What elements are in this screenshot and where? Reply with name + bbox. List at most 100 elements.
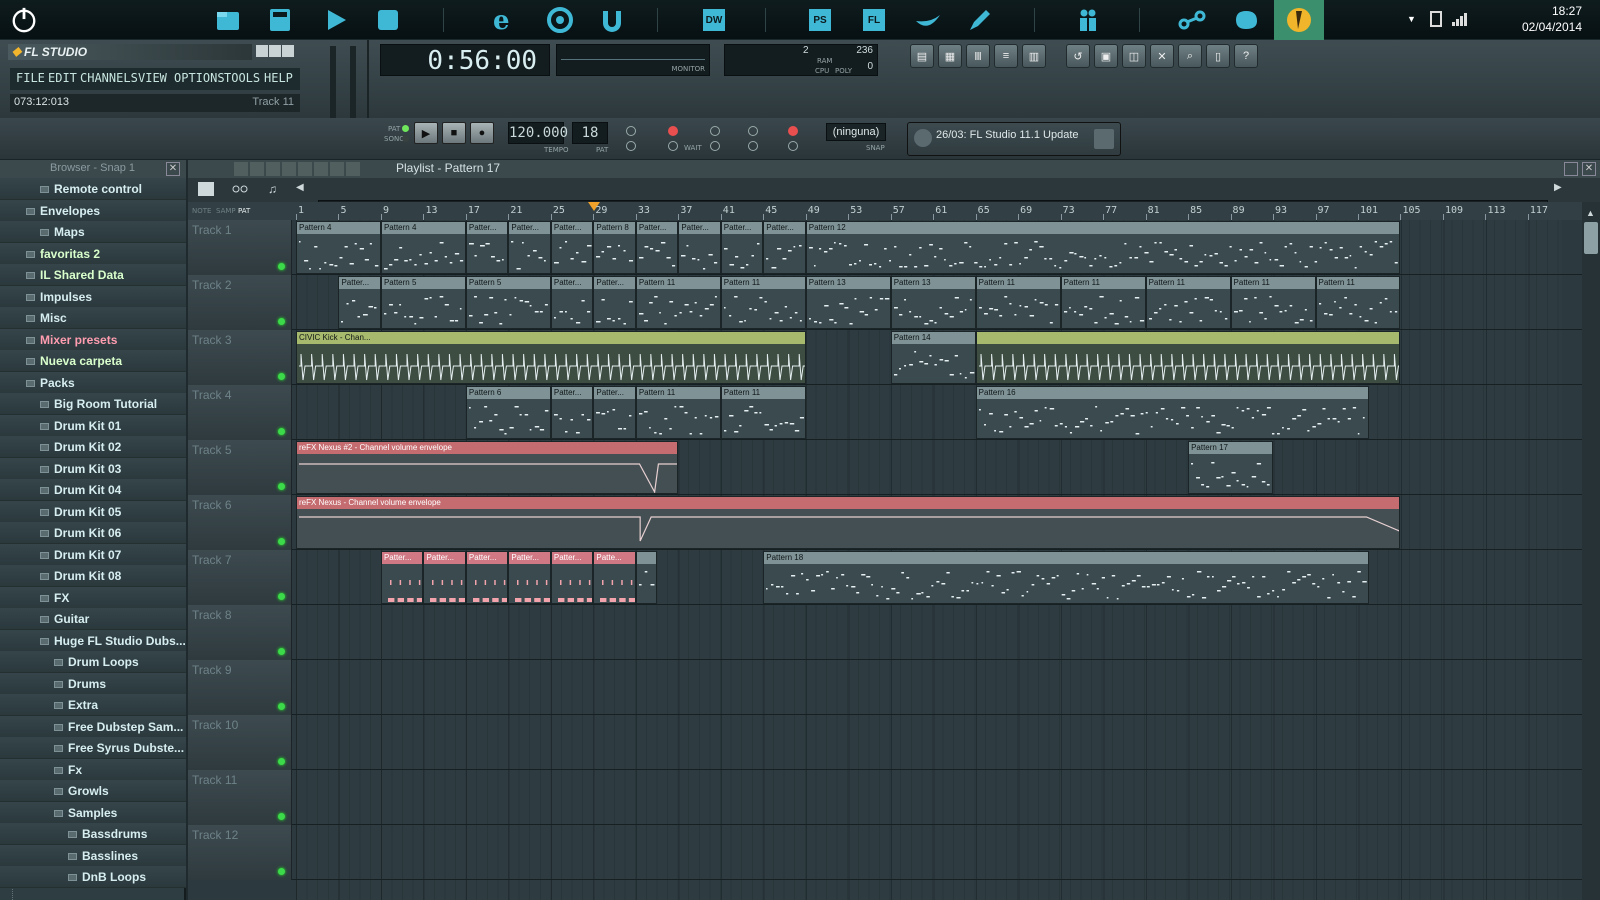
loop-recording-toggle[interactable] [788, 126, 798, 136]
pattern-clip[interactable]: Pattern 16 [975, 386, 1369, 439]
pattern-clip[interactable]: Patter... [763, 221, 806, 274]
track-mute-led[interactable] [278, 428, 285, 435]
pattern-clip[interactable]: Patter... [380, 551, 424, 604]
people-icon[interactable] [1074, 6, 1102, 34]
draw-tool-icon[interactable] [234, 162, 248, 176]
pattern-clip[interactable]: Pattern 11 [635, 386, 721, 439]
track-mute-led[interactable] [278, 483, 285, 490]
pattern-clip[interactable]: Pattern 14 [890, 331, 976, 384]
pattern-clip[interactable]: Pattern 11 [1060, 276, 1146, 329]
paint-tool-icon[interactable] [250, 162, 264, 176]
scroll-up-icon[interactable]: ▲ [1586, 208, 1595, 218]
power-icon[interactable] [10, 6, 38, 34]
pattern-clip[interactable]: Patter... [593, 276, 636, 329]
pattern-clip[interactable]: Patter... [635, 221, 679, 274]
track-header[interactable]: Track 1 [188, 220, 292, 275]
track-header[interactable]: Track 12 [188, 825, 292, 880]
pattern-clip[interactable]: Patter... [550, 386, 594, 439]
menu-channels[interactable]: CHANNELS [80, 71, 138, 85]
track-mute-led[interactable] [278, 538, 285, 545]
link-icon[interactable] [1178, 6, 1206, 34]
track-mute-led[interactable] [278, 703, 285, 710]
browser-item[interactable]: Drum Kit 06 [0, 522, 186, 544]
browser-item[interactable]: IL Shared Data [0, 264, 186, 286]
browser-item[interactable]: Drum Kit 08 [0, 565, 186, 587]
wait-toggle[interactable] [668, 141, 678, 151]
pattern-clip[interactable]: Pattern 4 [380, 221, 466, 274]
browser-item[interactable]: Drum Kit 03 [0, 457, 186, 480]
automation-icon[interactable] [232, 182, 248, 196]
pattern-clip[interactable]: Pattern 18 [763, 551, 1369, 604]
track-mute-led[interactable] [278, 758, 285, 765]
browser-button[interactable]: ≡ [994, 44, 1018, 68]
pattern-clip[interactable]: CIVIC Kick - Chan... [296, 331, 806, 384]
browser-item[interactable]: Envelopes [0, 199, 186, 222]
browser-item[interactable]: Drums [0, 672, 186, 695]
dreamweaver-icon[interactable]: DW [700, 6, 728, 34]
track-header[interactable]: Track 9 [188, 660, 292, 715]
pattern-clip[interactable]: Patter... [550, 551, 594, 604]
select-tool-icon[interactable] [314, 162, 328, 176]
automation-clip[interactable]: reFX Nexus #2 - Channel volume envelope [296, 441, 679, 494]
pattern-clip[interactable]: Patter... [593, 386, 636, 439]
count-in-toggle[interactable] [668, 126, 678, 136]
pattern-clip[interactable]: Pattern 11 [1145, 276, 1231, 329]
browser-item[interactable]: Big Room Tutorial [0, 393, 186, 415]
pattern-clip[interactable]: Pattern 11 [720, 386, 806, 439]
track-mute-led[interactable] [278, 373, 285, 380]
browser-item[interactable]: Bassdrums [0, 823, 186, 845]
note-mode-label[interactable]: NOTE [192, 207, 211, 215]
pattern-clip[interactable]: Pattern 8 [593, 221, 636, 274]
browser-item[interactable]: Drum Kit 04 [0, 479, 186, 501]
metronome-toggle[interactable] [626, 126, 636, 136]
browser-item[interactable]: Free Dubstep Sam... [0, 715, 186, 738]
signal-icon[interactable] [1452, 12, 1468, 31]
pattern-clip[interactable]: Patter... [678, 221, 721, 274]
pattern-clip[interactable]: Patter... [550, 221, 594, 274]
snapshot-toggle[interactable] [788, 141, 798, 151]
help-button[interactable]: ? [1234, 44, 1258, 68]
pattern-clip[interactable]: Patter... [465, 221, 509, 274]
master-pitch-slider[interactable] [350, 46, 356, 118]
browser-close-icon[interactable]: ✕ [166, 162, 180, 176]
track-header[interactable]: Track 4 [188, 385, 292, 440]
pattern-mode-icon[interactable] [198, 182, 214, 196]
menu-view[interactable]: VIEW [138, 71, 167, 85]
pattern-clip[interactable] [635, 551, 658, 604]
browser-item[interactable]: Remote control [0, 178, 186, 200]
browser-item[interactable]: Huge FL Studio Dubs... [0, 629, 186, 652]
browser-item[interactable]: Extra [0, 694, 186, 716]
vertical-scrollbar[interactable]: ▲ [1582, 202, 1600, 900]
pattern-selector[interactable]: 18 [572, 122, 608, 144]
track-header[interactable]: Track 2 [188, 275, 292, 330]
pattern-clip[interactable]: Pattern 12 [805, 221, 1401, 274]
mixer-button[interactable]: ▥ [1022, 44, 1046, 68]
browser-item[interactable]: Nueva carpeta [0, 350, 186, 372]
track-header[interactable]: Track 7 [188, 550, 292, 605]
multilink-toggle[interactable] [748, 141, 758, 151]
pattern-clip[interactable]: Pattern 6 [465, 386, 551, 439]
browser-item[interactable]: Mixer presets [0, 328, 186, 351]
pattern-clip[interactable]: Pattern 4 [296, 221, 381, 274]
pen-icon[interactable] [966, 6, 994, 34]
menu-tools[interactable]: TOOLS [224, 71, 260, 85]
app-cube-icon[interactable] [374, 6, 402, 34]
cpu-monitor[interactable]: 2 236 0 RAM CPU POLY [724, 44, 878, 76]
browser-item[interactable]: Guitar [0, 608, 186, 630]
track-header[interactable]: Track 6 [188, 495, 292, 550]
export-button[interactable]: ◫ [1122, 44, 1146, 68]
browser-item[interactable]: Maps [0, 221, 186, 243]
media-player-icon[interactable] [322, 6, 350, 34]
pattern-clip[interactable]: Patter... [508, 221, 551, 274]
pattern-clip[interactable]: Patter... [550, 276, 594, 329]
photoshop-icon[interactable]: PS [806, 6, 834, 34]
fl-studio-active-tab[interactable] [1274, 0, 1324, 40]
tray-expand-icon[interactable]: ▼ [1407, 14, 1416, 24]
menu-help[interactable]: HELP [264, 71, 293, 85]
playlist-close-icon[interactable]: ✕ [1582, 162, 1596, 176]
browser-item[interactable]: Free Syrus Dubste... [0, 737, 186, 759]
pattern-clip[interactable]: Pattern 11 [1230, 276, 1316, 329]
track-mute-led[interactable] [278, 318, 285, 325]
pattern-clip[interactable]: Pattern 11 [1315, 276, 1401, 329]
browser-item[interactable]: favoritas 2 [0, 242, 186, 265]
